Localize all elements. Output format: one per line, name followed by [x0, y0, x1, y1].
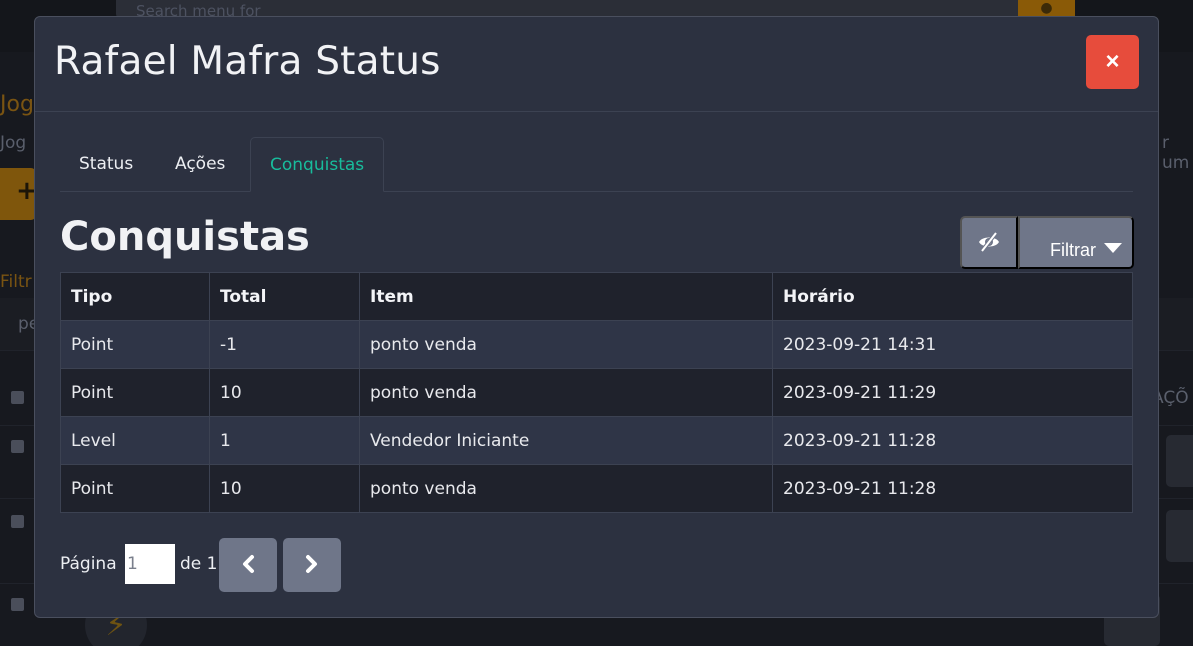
cell-horario: 2023-09-21 11:28	[772, 464, 1133, 513]
column-header-item: Item	[359, 272, 773, 321]
background-add-button: +	[0, 168, 38, 220]
page-label: Página	[60, 554, 117, 574]
status-modal: Rafael Mafra Status × Status Ações Conqu…	[34, 16, 1159, 618]
background-edit-button	[1166, 435, 1193, 487]
background-text-fragment: r um	[1162, 133, 1190, 173]
cell-item: ponto venda	[359, 368, 773, 417]
modal-title: Rafael Mafra Status	[54, 39, 441, 84]
toggle-visibility-button[interactable]	[960, 216, 1018, 269]
filter-label: Filtrar	[1049, 240, 1096, 260]
pagination: Página de 1	[60, 538, 460, 592]
column-header-total: Total	[209, 272, 360, 321]
background-checkbox	[11, 598, 24, 611]
next-page-button[interactable]	[283, 538, 341, 592]
section-title: Conquistas	[60, 214, 310, 260]
filter-dropdown-button[interactable]: Filtrar	[1018, 216, 1134, 269]
eye-slash-icon	[979, 231, 999, 253]
background-text-fragment: Jog	[0, 92, 34, 117]
cell-tipo: Point	[60, 320, 210, 369]
table-row: Level 1 Vendedor Iniciante 2023-09-21 11…	[60, 416, 1133, 465]
tab-conquistas[interactable]: Conquistas	[250, 137, 385, 192]
table-header-row: Tipo Total Item Horário	[60, 272, 1133, 321]
column-header-tipo: Tipo	[60, 272, 210, 321]
tab-acoes[interactable]: Ações	[175, 137, 225, 192]
cell-tipo: Point	[60, 464, 210, 513]
background-text-fragment: Filtr	[0, 272, 32, 292]
caret-down-icon	[1104, 243, 1122, 253]
modal-header: Rafael Mafra Status ×	[35, 17, 1158, 112]
cell-total: 10	[209, 368, 360, 417]
table-row: Point -1 ponto venda 2023-09-21 14:31	[60, 320, 1133, 369]
close-button[interactable]: ×	[1086, 35, 1139, 89]
cell-item: ponto venda	[359, 464, 773, 513]
cell-total: 1	[209, 416, 360, 465]
cell-horario: 2023-09-21 11:29	[772, 368, 1133, 417]
page-number-input[interactable]	[125, 544, 175, 584]
tab-bar: Status Ações Conquistas	[60, 137, 1133, 192]
table-row: Point 10 ponto venda 2023-09-21 11:29	[60, 368, 1133, 417]
cell-total: -1	[209, 320, 360, 369]
background-checkbox	[11, 440, 24, 453]
cell-horario: 2023-09-21 11:28	[772, 416, 1133, 465]
cell-tipo: Level	[60, 416, 210, 465]
column-header-horario: Horário	[772, 272, 1133, 321]
chevron-left-icon	[243, 554, 254, 573]
chevron-right-icon	[306, 554, 317, 573]
achievements-table: Tipo Total Item Horário Point -1 ponto v…	[60, 272, 1133, 513]
cell-item: ponto venda	[359, 320, 773, 369]
background-text-fragment: Jog	[0, 133, 27, 153]
page-total-label: de 1	[180, 554, 218, 574]
cell-tipo: Point	[60, 368, 210, 417]
cell-total: 10	[209, 464, 360, 513]
previous-page-button[interactable]	[219, 538, 277, 592]
background-edit-button	[1166, 510, 1193, 562]
close-icon: ×	[1105, 48, 1120, 75]
background-checkbox	[11, 391, 24, 404]
background-checkbox	[11, 515, 24, 528]
table-row: Point 10 ponto venda 2023-09-21 11:28	[60, 464, 1133, 513]
cell-horario: 2023-09-21 14:31	[772, 320, 1133, 369]
tab-status[interactable]: Status	[79, 137, 133, 192]
cell-item: Vendedor Iniciante	[359, 416, 773, 465]
